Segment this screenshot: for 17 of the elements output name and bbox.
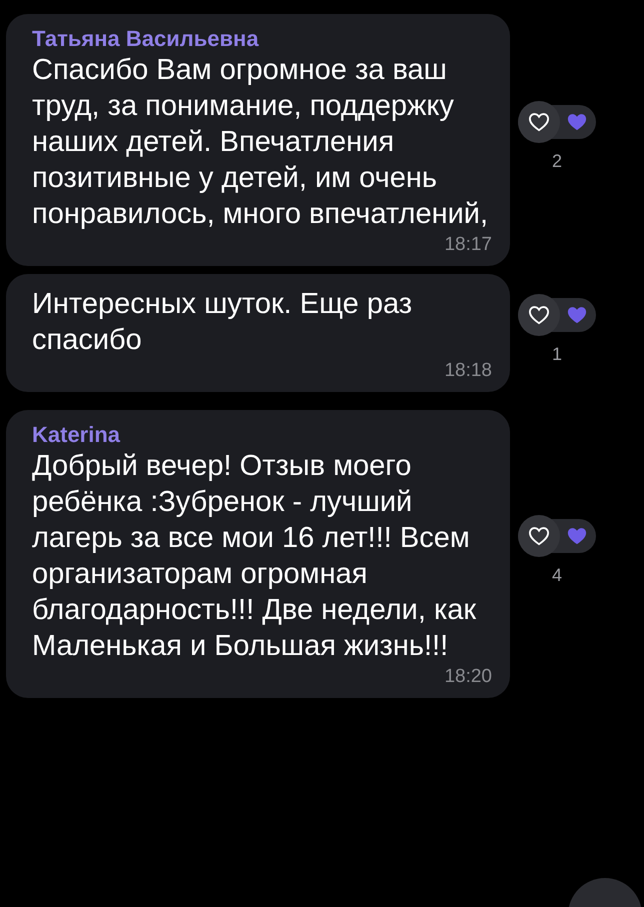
sender-name: Татьяна Васильевна [32, 26, 260, 52]
heart-icon [566, 526, 588, 546]
message-time: 18:17 [444, 234, 492, 255]
reaction-count: 2 [552, 150, 562, 172]
heart-icon [528, 112, 550, 132]
message-time: 18:20 [444, 666, 492, 687]
reaction-count: 4 [552, 564, 562, 586]
message-time: 18:18 [444, 360, 492, 381]
message-text: Спасибо Вам огромное за ваш труд, за понимание, поддержку наших детей. Впечатления позитивные у детей, им очень понравилось, много впечатлений, [32, 53, 490, 232]
heart-icon [566, 112, 588, 132]
sender-name: Katerina [32, 422, 122, 448]
message-text: Интересных шуток. Еще раз спасибо [32, 287, 414, 358]
reaction-count: 1 [552, 344, 562, 364]
heart-icon [566, 304, 588, 324]
heart-icon [528, 304, 550, 324]
heart-icon [528, 526, 550, 546]
message-text: Добрый вечер! Отзыв моего ребёнка :Зубренок - лучший лагерь за все мои 16 лет!!! Всем организаторам огромная благодарность!!! Две недели, как Маленькая и Большая жизнь!!! [32, 449, 478, 664]
